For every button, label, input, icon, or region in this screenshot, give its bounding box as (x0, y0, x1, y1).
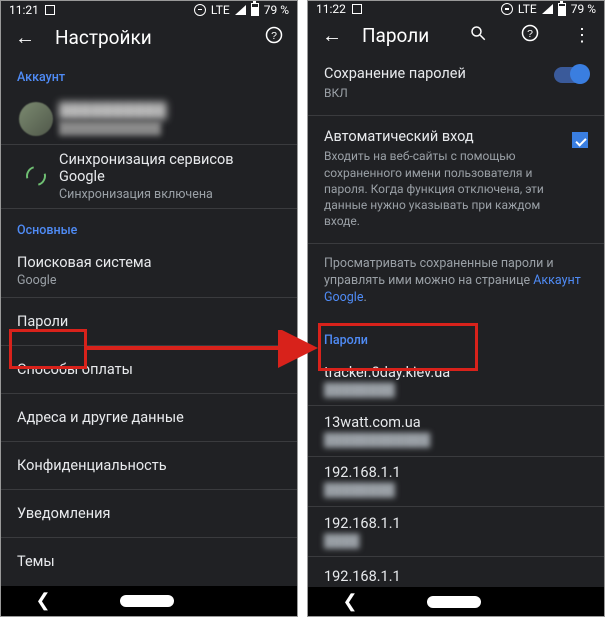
help-icon[interactable]: ? (521, 24, 539, 47)
site-label: 192.168.1.1 (324, 515, 588, 532)
password-item[interactable]: 192.168.1.1 (308, 557, 604, 587)
help-icon[interactable]: ? (265, 26, 283, 49)
user-label: ████ (324, 534, 588, 549)
user-label: ████████████ (324, 433, 588, 448)
alarm-icon (194, 4, 206, 16)
auto-title: Автоматический вход (324, 128, 572, 145)
status-net: LTE (211, 3, 230, 17)
password-item[interactable]: 13watt.com.ua ████████████ (308, 406, 604, 456)
phone-left: 11:21 LTE 79 % ← Настройки ? Аккаунт ███… (0, 0, 298, 617)
phone-right: 11:22 LTE 79 % ← Пароли ? ⋮ (307, 0, 605, 617)
search-icon[interactable] (469, 24, 487, 47)
nav-home-pill[interactable] (427, 596, 481, 608)
status-battery: 79 % (264, 3, 289, 17)
sync-title: Синхронизация сервисов Google (59, 151, 281, 185)
account-email: ████████████ (59, 121, 281, 135)
notifications-label: Уведомления (17, 505, 110, 522)
notifications-row[interactable]: Уведомления (1, 490, 297, 538)
themes-label: Темы (17, 553, 55, 570)
screenshot-frame: 11:21 LTE 79 % ← Настройки ? Аккаунт ███… (0, 0, 605, 617)
svg-text:?: ? (527, 28, 533, 40)
info-text-a: Просматривать сохраненные пароли и управ… (324, 256, 554, 288)
section-main: Основные (1, 209, 297, 246)
nav-bar: ❮ (308, 587, 604, 616)
site-label: 192.168.1.1 (324, 464, 588, 481)
password-item[interactable]: 192.168.1.1 ████ (308, 507, 604, 557)
back-icon[interactable]: ← (15, 25, 35, 50)
account-row[interactable]: ██████████ ████████████ (1, 93, 297, 145)
nav-back-icon[interactable]: ❮ (342, 591, 357, 612)
highlight-passwords (9, 329, 87, 369)
nav-home-pill[interactable] (120, 595, 174, 607)
status-time: 11:21 (9, 3, 39, 17)
user-label: ████████ (324, 383, 588, 398)
info-paragraph: Просматривать сохраненные пароли и управ… (308, 244, 604, 319)
status-time: 11:22 (316, 2, 346, 16)
back-icon[interactable]: ← (322, 23, 342, 48)
signal-icon (542, 4, 553, 14)
save-sub: ВКЛ (324, 85, 554, 101)
search-engine-row[interactable]: Поисковая система Google (1, 246, 297, 298)
site-label: 192.168.1.1 (324, 568, 588, 585)
sync-sub: Синхронизация включена (59, 187, 281, 202)
notification-icon (45, 5, 55, 15)
notification-icon (352, 4, 362, 14)
privacy-row[interactable]: Конфиденциальность (1, 442, 297, 490)
search-title: Поисковая система (17, 254, 281, 271)
search-sub: Google (17, 273, 281, 288)
auto-checkbox[interactable] (572, 132, 588, 148)
site-label: 13watt.com.ua (324, 414, 588, 431)
addresses-label: Адреса и другие данные (17, 409, 184, 426)
save-title: Сохранение паролей (324, 65, 554, 82)
nav-bar: ❮ (1, 586, 297, 616)
app-bar: ← Пароли ? ⋮ (308, 17, 604, 53)
battery-icon (251, 3, 259, 16)
status-battery: 79 % (571, 2, 596, 16)
themes-row[interactable]: Темы (1, 538, 297, 586)
user-label: ████████ (324, 483, 588, 498)
password-item[interactable]: 192.168.1.1 ████████ (308, 457, 604, 507)
section-account: Аккаунт (1, 56, 297, 93)
sync-row[interactable]: Синхронизация сервисов Google Синхрониза… (1, 145, 297, 209)
alarm-icon (501, 3, 513, 15)
battery-icon (558, 3, 566, 16)
signal-icon (235, 5, 246, 15)
addresses-row[interactable]: Адреса и другие данные (1, 394, 297, 442)
sync-icon (22, 163, 49, 190)
save-passwords-row[interactable]: Сохранение паролей ВКЛ (308, 53, 604, 116)
app-bar: ← Настройки ? (1, 18, 297, 56)
page-title: Настройки (55, 26, 231, 49)
nav-back-icon[interactable]: ❮ (35, 590, 50, 611)
status-net: LTE (518, 2, 537, 16)
save-switch[interactable] (554, 67, 588, 83)
status-bar: 11:21 LTE 79 % (1, 1, 297, 18)
auto-signin-row[interactable]: Автоматический вход Входить на веб-сайты… (308, 116, 604, 244)
privacy-label: Конфиденциальность (17, 457, 167, 474)
passwords-label: Пароли (17, 313, 68, 330)
page-title: Пароли (362, 24, 435, 47)
highlight-tracker (318, 323, 478, 371)
svg-text:?: ? (271, 30, 277, 42)
status-bar: 11:22 LTE 79 % (308, 1, 604, 17)
info-text-b: . (363, 290, 366, 305)
overflow-icon[interactable]: ⋮ (573, 25, 590, 46)
account-name: ██████████ (59, 102, 281, 119)
avatar (19, 102, 53, 136)
auto-desc: Входить на веб-сайты с помощью сохраненн… (324, 148, 572, 229)
